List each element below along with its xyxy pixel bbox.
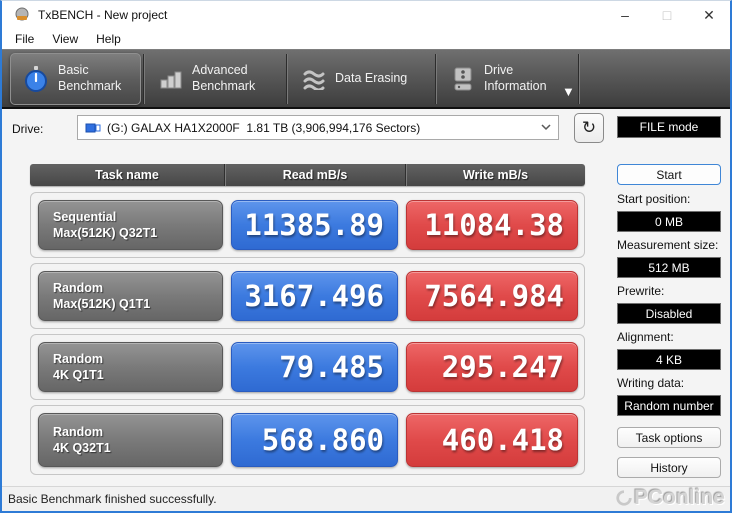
header-read: Read mB/s [224, 164, 405, 186]
table-row: Random 4K Q1T1 79.485 295.247 [30, 334, 585, 400]
table-row: Random 4K Q32T1 568.860 460.418 [30, 405, 585, 475]
read-value: 568.860 [231, 413, 398, 467]
drive-value: (G:) GALAX HA1X2000F 1.81 TB (3,906,994,… [107, 121, 541, 135]
file-mode-label: FILE mode [640, 120, 699, 134]
chevron-down-icon [541, 124, 551, 131]
writing-data-label: Writing data: [617, 376, 721, 390]
bar-chart-icon [159, 67, 183, 91]
toolbar: Basic Benchmark Advanced Benchmark [2, 49, 730, 109]
drive-combo-icon [85, 121, 101, 135]
waves-icon [302, 68, 326, 90]
measurement-size-label: Measurement size: [617, 238, 721, 252]
history-button[interactable]: History [617, 457, 721, 478]
table-row: Random Max(512K) Q1T1 3167.496 7564.984 [30, 263, 585, 329]
table-row: Sequential Max(512K) Q32T1 11385.89 1108… [30, 192, 585, 258]
tab-advanced-benchmark[interactable]: Advanced Benchmark [147, 53, 284, 105]
writing-data-value[interactable]: Random number [617, 395, 721, 416]
drive-label: Drive: [12, 122, 43, 136]
menu-file[interactable]: File [6, 29, 43, 49]
read-value: 79.485 [231, 342, 398, 392]
task-name-line2: Max(512K) Q1T1 [53, 296, 222, 312]
drive-icon [451, 66, 475, 92]
prewrite-label: Prewrite: [617, 284, 721, 298]
toolbar-separator [578, 54, 580, 104]
app-icon [14, 7, 30, 23]
watermark-text: PConline [634, 486, 725, 510]
task-name-line2: Max(512K) Q32T1 [53, 225, 222, 241]
read-value: 11385.89 [231, 200, 398, 250]
file-mode-button[interactable]: FILE mode [617, 116, 721, 138]
tab-label: Data Erasing [335, 71, 421, 87]
menu-help[interactable]: Help [87, 29, 130, 49]
close-icon[interactable]: ✕ [688, 1, 730, 29]
tab-label: Drive Information [484, 63, 564, 94]
tab-label: Advanced Benchmark [192, 63, 272, 94]
pconline-watermark: PConline [615, 486, 725, 510]
toolbar-separator [143, 54, 145, 104]
tab-data-erasing[interactable]: Data Erasing [290, 53, 433, 105]
header-task-name: Task name [30, 164, 224, 186]
task-name-line1: Sequential [53, 209, 222, 225]
start-position-value[interactable]: 0 MB [617, 211, 721, 232]
task-name-line2: 4K Q1T1 [53, 367, 222, 383]
refresh-button[interactable]: ↻ [574, 113, 604, 143]
task-name-line2: 4K Q32T1 [53, 440, 222, 456]
window-controls: – □ ✕ [604, 1, 730, 29]
refresh-icon: ↻ [582, 118, 596, 138]
status-text: Basic Benchmark finished successfully. [8, 492, 217, 506]
maximize-icon[interactable]: □ [646, 1, 688, 29]
header-write: Write mB/s [405, 164, 585, 186]
menu-bar: File View Help [2, 29, 730, 49]
task-button-sequential-512k-q32t1[interactable]: Sequential Max(512K) Q32T1 [38, 200, 223, 250]
prewrite-value[interactable]: Disabled [617, 303, 721, 324]
task-button-random-4k-q32t1[interactable]: Random 4K Q32T1 [38, 413, 223, 467]
write-value: 460.418 [406, 413, 578, 467]
minimize-icon[interactable]: – [604, 1, 646, 29]
toolbar-separator [435, 54, 437, 104]
read-value: 3167.496 [231, 271, 398, 321]
menu-view[interactable]: View [43, 29, 87, 49]
write-value: 7564.984 [406, 271, 578, 321]
task-name-line1: Random [53, 424, 222, 440]
app-window: TxBENCH - New project – □ ✕ File View He… [0, 0, 732, 513]
stopwatch-icon [23, 66, 49, 92]
task-button-random-4k-q1t1[interactable]: Random 4K Q1T1 [38, 342, 223, 392]
results-table-header: Task name Read mB/s Write mB/s [30, 164, 585, 186]
window-title: TxBENCH - New project [38, 8, 167, 22]
task-name-line1: Random [53, 280, 222, 296]
measurement-size-value[interactable]: 512 MB [617, 257, 721, 278]
tab-basic-benchmark[interactable]: Basic Benchmark [10, 53, 141, 105]
alignment-value[interactable]: 4 KB [617, 349, 721, 370]
pconline-logo-icon [615, 489, 633, 507]
tab-label: Basic Benchmark [58, 63, 128, 94]
write-value: 295.247 [406, 342, 578, 392]
start-position-label: Start position: [617, 192, 721, 206]
alignment-label: Alignment: [617, 330, 721, 344]
start-button[interactable]: Start [617, 164, 721, 185]
tab-drive-information[interactable]: Drive Information [439, 53, 576, 105]
write-value: 11084.38 [406, 200, 578, 250]
task-button-random-512k-q1t1[interactable]: Random Max(512K) Q1T1 [38, 271, 223, 321]
toolbar-overflow-arrow-icon[interactable]: ▼ [562, 84, 575, 99]
toolbar-separator [286, 54, 288, 104]
title-bar: TxBENCH - New project – □ ✕ [2, 1, 730, 29]
drive-select[interactable]: (G:) GALAX HA1X2000F 1.81 TB (3,906,994,… [77, 115, 559, 140]
task-options-button[interactable]: Task options [617, 427, 721, 448]
task-name-line1: Random [53, 351, 222, 367]
